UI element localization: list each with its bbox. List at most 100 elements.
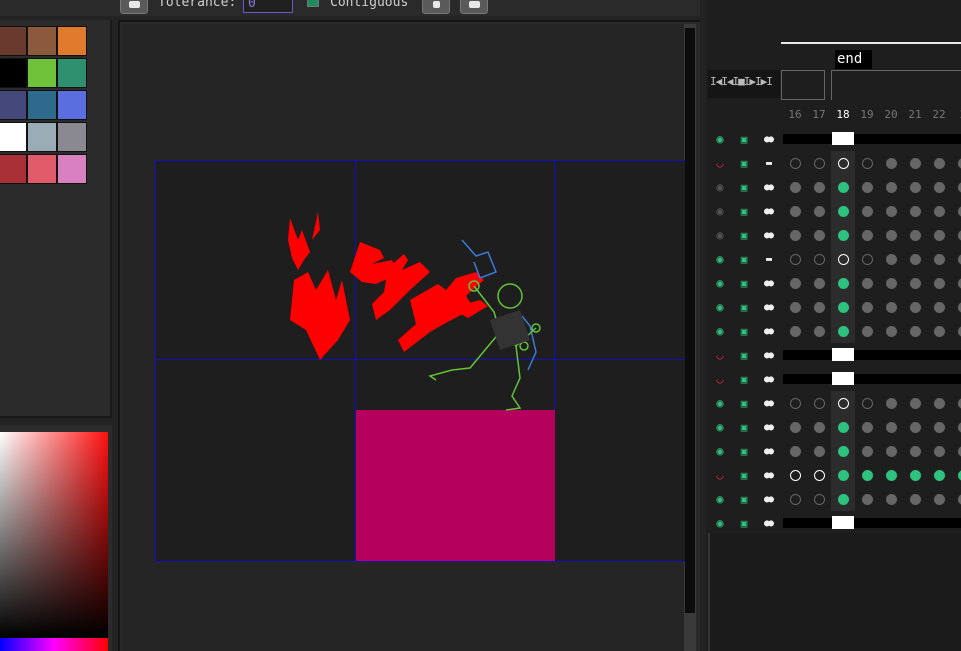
lock-icon[interactable]: ▣	[732, 223, 756, 247]
frame-cell[interactable]	[831, 319, 855, 343]
frame-cell[interactable]	[927, 319, 951, 343]
visibility-eye-icon[interactable]: ◉	[708, 127, 732, 151]
frame-cell[interactable]	[807, 391, 831, 415]
frame-cell[interactable]	[807, 439, 831, 463]
frame-cell[interactable]	[951, 271, 961, 295]
frame-cell[interactable]	[951, 295, 961, 319]
fill-button[interactable]	[460, 0, 488, 14]
visibility-eye-icon[interactable]: ◡	[708, 463, 732, 487]
frame-cell[interactable]	[879, 295, 903, 319]
folder-icon[interactable]: ▬	[756, 151, 780, 175]
frame-cell[interactable]	[807, 223, 831, 247]
frame-cell[interactable]	[903, 175, 927, 199]
current-keyframe-marker[interactable]	[832, 132, 854, 145]
frame-cell[interactable]	[951, 319, 961, 343]
frame-cell[interactable]	[855, 223, 879, 247]
frame-cell[interactable]	[927, 271, 951, 295]
visibility-eye-icon[interactable]: ◡	[708, 367, 732, 391]
frame-cell[interactable]	[831, 415, 855, 439]
frame-cell[interactable]	[783, 391, 807, 415]
frame-cell[interactable]	[903, 415, 927, 439]
visibility-eye-icon[interactable]: ◉	[708, 247, 732, 271]
frame-number[interactable]: 2	[951, 104, 961, 126]
frame-cell[interactable]	[783, 199, 807, 223]
color-swatch[interactable]	[0, 26, 27, 56]
visibility-eye-icon[interactable]: ◡	[708, 151, 732, 175]
frame-cell[interactable]	[831, 487, 855, 511]
folder-icon[interactable]: ▬	[756, 247, 780, 271]
lock-icon[interactable]: ▣	[732, 463, 756, 487]
frame-cell[interactable]	[855, 199, 879, 223]
visibility-eye-icon[interactable]: ◉	[708, 319, 732, 343]
onion-skin-icon[interactable]: ●●	[756, 439, 780, 463]
scrollbar-thumb[interactable]	[685, 28, 695, 613]
current-keyframe-marker[interactable]	[832, 516, 854, 529]
frame-cell[interactable]	[831, 223, 855, 247]
color-swatch[interactable]	[27, 26, 57, 56]
frame-cell[interactable]	[903, 391, 927, 415]
lock-icon[interactable]: ▣	[732, 319, 756, 343]
frame-cell[interactable]	[951, 439, 961, 463]
frame-cell[interactable]	[879, 199, 903, 223]
onion-skin-icon[interactable]: ●●	[756, 487, 780, 511]
frame-cell[interactable]	[831, 175, 855, 199]
frame-cell[interactable]	[927, 151, 951, 175]
frame-cell[interactable]	[783, 439, 807, 463]
frame-cell[interactable]	[831, 463, 855, 487]
frame-number[interactable]: 19	[855, 104, 879, 126]
frame-cell[interactable]	[927, 295, 951, 319]
frame-cell[interactable]	[783, 223, 807, 247]
frame-cell[interactable]	[927, 439, 951, 463]
lock-icon[interactable]: ▣	[732, 343, 756, 367]
frame-cell[interactable]	[807, 151, 831, 175]
frame-cell[interactable]	[903, 295, 927, 319]
frame-cell[interactable]	[927, 391, 951, 415]
visibility-eye-icon[interactable]: ◉	[708, 199, 732, 223]
frame-cell[interactable]	[783, 319, 807, 343]
hue-slider[interactable]	[0, 638, 108, 651]
frame-cell[interactable]	[807, 295, 831, 319]
frame-number[interactable]: 17	[807, 104, 831, 126]
color-swatch[interactable]	[57, 154, 87, 184]
frame-cell[interactable]	[927, 175, 951, 199]
tween-bar[interactable]	[783, 518, 961, 528]
frame-cell[interactable]	[831, 247, 855, 271]
frame-cell[interactable]	[783, 295, 807, 319]
visibility-eye-icon[interactable]: ◉	[708, 295, 732, 319]
onion-skin-icon[interactable]: ●●	[756, 223, 780, 247]
frame-cell[interactable]	[903, 223, 927, 247]
visibility-eye-icon[interactable]: ◉	[708, 391, 732, 415]
visibility-eye-icon[interactable]: ◉	[708, 439, 732, 463]
visibility-eye-icon[interactable]: ◡	[708, 343, 732, 367]
lock-icon[interactable]: ▣	[732, 271, 756, 295]
visibility-eye-icon[interactable]: ◉	[708, 511, 732, 535]
frame-cell[interactable]	[903, 151, 927, 175]
frame-cell[interactable]	[807, 199, 831, 223]
onion-skin-icon[interactable]: ●●	[756, 319, 780, 343]
frame-cell[interactable]	[855, 439, 879, 463]
color-swatch[interactable]	[0, 58, 27, 88]
frame-cell[interactable]	[951, 223, 961, 247]
tween-bar[interactable]	[783, 134, 961, 144]
frame-cell[interactable]	[951, 247, 961, 271]
lock-icon[interactable]: ▣	[732, 151, 756, 175]
frame-cell[interactable]	[927, 487, 951, 511]
color-swatch[interactable]	[27, 90, 57, 120]
frame-cell[interactable]	[831, 391, 855, 415]
lock-icon[interactable]: ▣	[732, 415, 756, 439]
lock-icon[interactable]: ▣	[732, 295, 756, 319]
lock-icon[interactable]: ▣	[732, 391, 756, 415]
frame-cell[interactable]	[855, 247, 879, 271]
onion-skin-icon[interactable]: ●●	[756, 127, 780, 151]
frame-cell[interactable]	[855, 295, 879, 319]
tolerance-input[interactable]: 0	[243, 0, 293, 13]
frame-cell[interactable]	[879, 175, 903, 199]
frame-cell[interactable]	[807, 487, 831, 511]
frame-cell[interactable]	[879, 391, 903, 415]
lock-icon[interactable]: ▣	[732, 511, 756, 535]
frame-cell[interactable]	[879, 487, 903, 511]
visibility-eye-icon[interactable]: ◉	[708, 271, 732, 295]
frame-cell[interactable]	[807, 415, 831, 439]
frame-cell[interactable]	[855, 319, 879, 343]
visibility-eye-icon[interactable]: ◉	[708, 175, 732, 199]
